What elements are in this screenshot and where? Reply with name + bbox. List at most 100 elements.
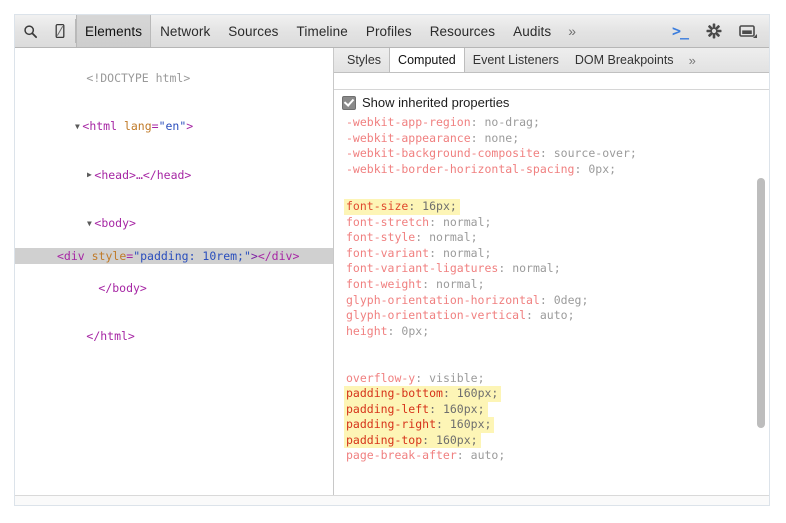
computed-property-row[interactable]: font-stretch: normal; — [344, 215, 494, 231]
tab-network[interactable]: Network — [151, 15, 219, 47]
dock-position-icon[interactable] — [731, 15, 765, 47]
computed-property-row[interactable]: padding-left: 160px; — [344, 401, 488, 418]
computed-property-row[interactable]: height: 0px; — [344, 324, 432, 340]
show-inherited-checkbox[interactable] — [342, 95, 356, 110]
tab-elements[interactable]: Elements — [76, 15, 152, 47]
computed-property-row[interactable]: padding-top: 160px; — [344, 432, 481, 449]
tab-audits[interactable]: Audits — [504, 15, 560, 47]
property-value: normal — [436, 276, 478, 291]
property-semicolon: ; — [581, 292, 589, 307]
computed-property-row[interactable]: font-weight: normal; — [344, 277, 488, 293]
computed-property-row[interactable]: glyph-orientation-vertical: auto; — [344, 308, 578, 324]
property-semicolon: ; — [498, 448, 506, 463]
disclosure-triangle-icon[interactable]: ▼ — [72, 119, 82, 135]
disclosure-triangle-icon[interactable]: ▶ — [84, 167, 94, 183]
computed-property-row[interactable]: -webkit-background-composite: source-ove… — [344, 146, 640, 162]
property-sep: : — [408, 198, 423, 213]
more-panels-chevron-icon[interactable]: » — [560, 15, 584, 47]
property-value: 16px — [422, 198, 450, 213]
property-value: normal — [512, 261, 554, 276]
computed-property-row[interactable]: padding-right: 160px; — [344, 417, 495, 433]
property-name: font-style — [346, 230, 416, 245]
dom-row-html-close[interactable]: </html> — [15, 312, 333, 360]
computed-property-row[interactable]: -webkit-appearance: none; — [344, 131, 522, 147]
gear-icon[interactable] — [697, 15, 731, 47]
dom-row-doctype[interactable]: <!DOCTYPE html> — [15, 54, 333, 102]
property-semicolon: ; — [477, 370, 485, 385]
more-panels-label: » — [568, 23, 577, 39]
toolbar-right-actions: >_ — [663, 15, 769, 47]
property-sep: : — [442, 386, 457, 401]
tab-profiles[interactable]: Profiles — [357, 15, 421, 47]
property-sep: : — [470, 130, 485, 145]
property-semicolon: ; — [484, 245, 492, 260]
dom-body-close: </body> — [98, 280, 147, 295]
computed-pane-scrollbar-thumb[interactable] — [757, 178, 765, 428]
computed-property-row[interactable]: page-break-after: auto; — [344, 448, 508, 464]
device-toggle-icon[interactable] — [45, 15, 75, 47]
dom-row-div-selected[interactable]: <div style="padding: 10rem;"></div> — [15, 247, 333, 264]
dom-row-html[interactable]: ▼ <html lang="en"> — [15, 102, 333, 151]
dom-row-body[interactable]: ▼ <body> — [15, 199, 333, 248]
tab-timeline[interactable]: Timeline — [288, 15, 357, 47]
tab-computed[interactable]: Computed — [389, 48, 465, 72]
dom-attr-name: lang — [123, 119, 152, 133]
computed-property-row[interactable]: padding-bottom: 160px; — [344, 386, 502, 402]
property-group-gap — [344, 339, 769, 355]
property-sep: : — [429, 214, 443, 229]
dom-div-attr-name: style — [91, 248, 127, 263]
property-name: padding-top — [346, 432, 423, 447]
computed-property-row[interactable]: font-variant: normal; — [344, 246, 494, 262]
tab-computed-label: Computed — [398, 53, 456, 67]
more-sidebar-tabs-chevron-icon[interactable]: » — [682, 48, 703, 72]
property-name: -webkit-background-composite — [346, 146, 540, 161]
computed-properties-pane[interactable]: Show inherited properties -webkit-app-re… — [334, 90, 769, 495]
computed-pane-scrollbar[interactable] — [756, 90, 767, 495]
disclosure-triangle-icon[interactable]: ▼ — [84, 216, 94, 232]
dom-tree-panel[interactable]: <!DOCTYPE html> ▼ <html lang="en"> ▶ <head… — [15, 48, 334, 495]
property-name: padding-bottom — [346, 386, 443, 401]
property-value: auto — [539, 308, 568, 323]
devtools-body: <!DOCTYPE html> ▼ <html lang="en"> ▶ <head… — [15, 48, 769, 495]
property-name: glyph-orientation-vertical — [346, 308, 527, 323]
computed-property-row[interactable]: font-size: 16px; — [344, 198, 460, 215]
computed-property-row[interactable]: font-style: normal; — [344, 230, 481, 246]
property-sep: : — [456, 448, 471, 463]
dom-row-body-close[interactable]: </body> — [15, 264, 333, 312]
computed-filter-strip[interactable] — [334, 73, 769, 90]
computed-property-row[interactable]: overflow-y: visible; — [344, 371, 488, 387]
property-sep: : — [436, 417, 450, 432]
property-semicolon: ; — [567, 308, 575, 323]
computed-property-row[interactable]: font-variant-ligatures: normal; — [344, 261, 564, 277]
dom-attr-eq: = — [151, 119, 159, 133]
property-name: font-weight — [346, 276, 423, 291]
property-value: auto — [470, 448, 499, 463]
show-inherited-properties-row[interactable]: Show inherited properties — [334, 95, 769, 112]
tab-resources-label: Resources — [429, 23, 496, 39]
computed-property-row[interactable]: -webkit-app-region: no-drag; — [344, 115, 543, 131]
tab-resources[interactable]: Resources — [421, 15, 504, 47]
console-drawer-icon[interactable]: >_ — [663, 15, 697, 47]
property-value: normal — [429, 230, 471, 245]
tab-event-listeners[interactable]: Event Listeners — [465, 48, 567, 72]
dom-div-gt: > — [250, 248, 258, 263]
property-sep: : — [429, 245, 443, 260]
computed-property-row[interactable]: glyph-orientation-horizontal: 0deg; — [344, 293, 591, 309]
search-icon[interactable] — [15, 15, 45, 47]
dom-div-attr-value: "padding: 10rem;" — [133, 248, 251, 263]
devtools-toolbar: Elements Network Sources Timeline Profil… — [15, 15, 769, 48]
tab-styles[interactable]: Styles — [339, 48, 389, 72]
dom-row-head[interactable]: ▶ <head>…</head> — [15, 151, 333, 200]
tab-sources[interactable]: Sources — [219, 15, 287, 47]
tab-event-listeners-label: Event Listeners — [472, 53, 559, 67]
tab-styles-label: Styles — [347, 53, 382, 67]
property-sep: : — [526, 308, 540, 323]
tab-dom-breakpoints[interactable]: DOM Breakpoints — [567, 48, 682, 72]
property-sep: : — [539, 146, 554, 161]
property-name: -webkit-border-horizontal-spacing — [346, 161, 575, 176]
dom-head-ellipsis: … — [135, 167, 143, 182]
computed-property-list: -webkit-app-region: no-drag; -webkit-app… — [334, 112, 769, 464]
property-sep: : — [387, 323, 402, 338]
computed-property-row[interactable]: -webkit-border-horizontal-spacing: 0px; — [344, 162, 619, 178]
property-group-gap — [344, 355, 769, 371]
